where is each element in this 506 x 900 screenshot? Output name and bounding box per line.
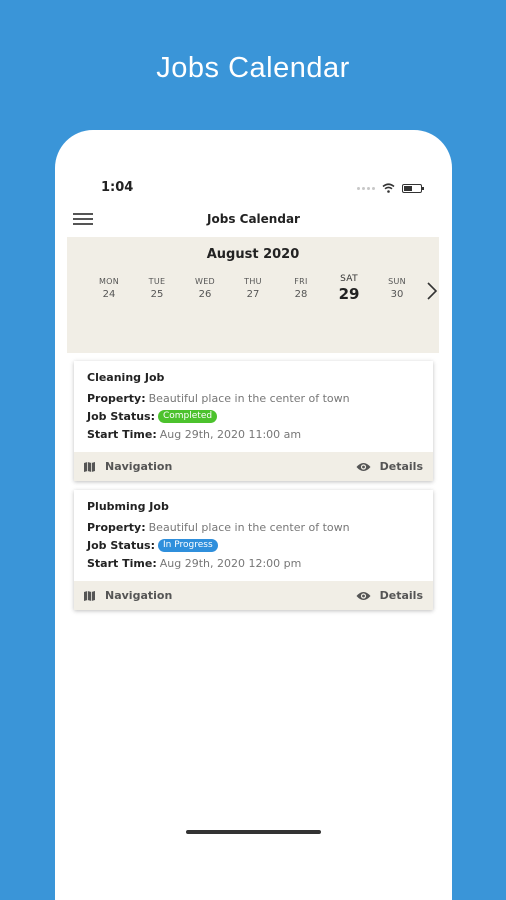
- day-name: SAT: [340, 274, 358, 284]
- job-status-label: Job Status:: [87, 539, 155, 552]
- navigation-label: Navigation: [105, 589, 173, 602]
- job-card-body: Plubming Job Property: Beautiful place i…: [74, 490, 433, 581]
- start-time-label: Start Time:: [87, 557, 157, 570]
- wifi-icon: [382, 183, 395, 193]
- week-calendar: August 2020 MON 24 TUE 25 WED 26 THU 27 …: [67, 237, 439, 353]
- home-indicator[interactable]: [186, 830, 321, 834]
- day-number: 27: [246, 289, 260, 300]
- status-badge: In Progress: [158, 539, 218, 552]
- property-value: Beautiful place in the center of town: [148, 521, 350, 534]
- job-title: Plubming Job: [87, 500, 169, 513]
- status-time: 1:04: [101, 180, 134, 195]
- property-row: Property: Beautiful place in the center …: [87, 521, 420, 534]
- job-card: Cleaning Job Property: Beautiful place i…: [74, 361, 433, 481]
- eye-icon: [356, 462, 371, 471]
- chevron-right-icon[interactable]: [425, 281, 439, 301]
- start-time-value: Aug 29th, 2020 11:00 am: [159, 428, 302, 441]
- map-icon: [84, 590, 95, 601]
- calendar-day[interactable]: MON 24: [85, 277, 133, 303]
- property-value: Beautiful place in the center of town: [148, 392, 350, 405]
- property-label: Property:: [87, 392, 146, 405]
- calendar-day[interactable]: THU 27: [229, 277, 277, 303]
- details-label: Details: [379, 589, 423, 602]
- day-number: 28: [294, 289, 308, 300]
- day-name: FRI: [294, 277, 308, 286]
- day-number: 24: [102, 289, 116, 300]
- phone-frame: 1:04 Jobs Calendar August 2020 MON 24 TU…: [55, 130, 452, 900]
- calendar-day[interactable]: SUN 30: [373, 277, 421, 303]
- day-name: MON: [98, 277, 120, 286]
- status-badge: Completed: [158, 410, 218, 423]
- details-label: Details: [379, 460, 423, 473]
- calendar-days: MON 24 TUE 25 WED 26 THU 27 FRI 28 SAT 2…: [85, 274, 421, 303]
- job-status-label: Job Status:: [87, 410, 155, 423]
- navigation-button[interactable]: Navigation: [83, 460, 172, 473]
- day-number: 25: [150, 289, 164, 300]
- app-header: Jobs Calendar: [55, 210, 452, 232]
- status-icons: [357, 183, 424, 193]
- job-title: Cleaning Job: [87, 371, 165, 384]
- start-time-value: Aug 29th, 2020 12:00 pm: [159, 557, 302, 570]
- calendar-day[interactable]: TUE 25: [133, 277, 181, 303]
- calendar-month: August 2020: [206, 247, 300, 262]
- page-title: Jobs Calendar: [207, 212, 300, 226]
- start-time-label: Start Time:: [87, 428, 157, 441]
- map-icon: [84, 461, 95, 472]
- job-card-footer: Navigation Details: [74, 581, 433, 610]
- calendar-day[interactable]: WED 26: [181, 277, 229, 303]
- job-card-body: Cleaning Job Property: Beautiful place i…: [74, 361, 433, 452]
- navigation-label: Navigation: [105, 460, 173, 473]
- day-number: 30: [390, 289, 404, 300]
- job-card-footer: Navigation Details: [74, 452, 433, 481]
- details-button[interactable]: Details: [356, 460, 423, 473]
- day-name: THU: [244, 277, 262, 286]
- navigation-button[interactable]: Navigation: [83, 589, 172, 602]
- status-row: Job Status: Completed: [87, 410, 420, 423]
- details-button[interactable]: Details: [356, 589, 423, 602]
- promo-title: Jobs Calendar: [156, 52, 350, 84]
- eye-icon: [356, 591, 371, 600]
- start-time-row: Start Time: Aug 29th, 2020 11:00 am: [87, 428, 420, 441]
- property-row: Property: Beautiful place in the center …: [87, 392, 420, 405]
- start-time-row: Start Time: Aug 29th, 2020 12:00 pm: [87, 557, 420, 570]
- calendar-day-selected[interactable]: SAT 29: [325, 274, 373, 303]
- day-name: WED: [194, 277, 216, 286]
- status-bar: 1:04: [55, 180, 452, 198]
- job-card: Plubming Job Property: Beautiful place i…: [74, 490, 433, 610]
- day-number: 29: [338, 285, 360, 303]
- day-name: TUE: [148, 277, 166, 286]
- property-label: Property:: [87, 521, 146, 534]
- day-name: SUN: [388, 277, 406, 286]
- battery-icon: [402, 183, 424, 193]
- status-row: Job Status: In Progress: [87, 539, 420, 552]
- calendar-day[interactable]: FRI 28: [277, 277, 325, 303]
- signal-icon: [357, 186, 375, 190]
- day-number: 26: [198, 289, 212, 300]
